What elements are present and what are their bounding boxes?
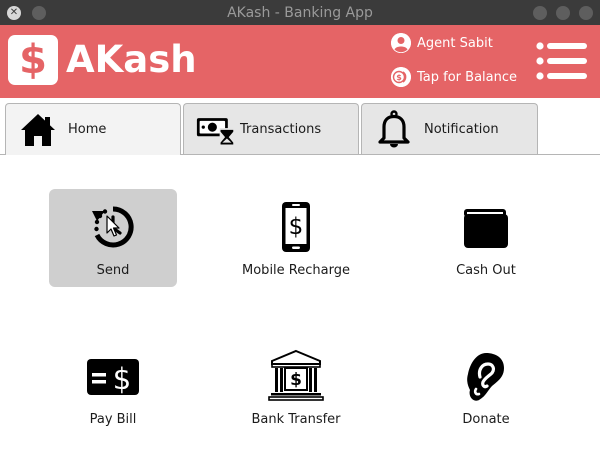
wallet-icon — [456, 199, 516, 255]
window-shade-button[interactable] — [579, 6, 593, 20]
app-header: $ AKash Agent Sabit $ Tap for Balance — [0, 25, 600, 98]
dollar-logo-icon: $ — [19, 37, 47, 83]
svg-text:$: $ — [113, 362, 131, 396]
svg-text:$: $ — [289, 214, 304, 240]
window-titlebar: ✕ AKash - Banking App — [0, 0, 600, 25]
mobile-recharge-button[interactable]: $ Mobile Recharge — [232, 189, 360, 287]
donate-icon — [456, 348, 516, 404]
tab-bar: Home Transactions Notification — [0, 98, 600, 155]
tab-home[interactable]: Home — [5, 103, 181, 155]
donate-label: Donate — [462, 412, 510, 427]
cash-out-button[interactable]: Cash Out — [422, 189, 550, 287]
brand-name: AKash — [66, 38, 197, 81]
balance-label: Tap for Balance — [417, 69, 517, 85]
tab-transactions[interactable]: Transactions — [183, 103, 359, 154]
pay-bill-label: Pay Bill — [89, 412, 137, 427]
user-icon — [391, 33, 411, 53]
svg-text:$: $ — [290, 370, 302, 390]
balance-button[interactable]: $ Tap for Balance — [391, 67, 517, 87]
bank-transfer-label: Bank Transfer — [251, 412, 341, 427]
send-button[interactable]: Send — [49, 189, 177, 287]
cash-out-label: Cash Out — [456, 263, 516, 278]
tab-transactions-label: Transactions — [240, 121, 322, 137]
bill-icon: $ — [83, 348, 143, 404]
app-logo: $ — [8, 35, 58, 85]
menu-icon — [536, 42, 587, 80]
home-icon — [18, 110, 58, 150]
agent-name: Agent Sabit — [417, 35, 493, 51]
window-title: AKash - Banking App — [227, 4, 373, 21]
coin-icon: $ — [391, 67, 411, 87]
bank-icon: $ — [266, 348, 326, 404]
window-menu-button[interactable] — [32, 6, 46, 20]
pay-bill-button[interactable]: $ Pay Bill — [49, 338, 177, 436]
donate-button[interactable]: Donate — [422, 338, 550, 436]
hamburger-menu-button[interactable] — [533, 39, 589, 83]
window-close-button[interactable]: ✕ — [7, 6, 21, 20]
agent-profile-link[interactable]: Agent Sabit — [391, 33, 493, 53]
tab-home-label: Home — [68, 122, 107, 137]
window-maximize-button[interactable] — [556, 6, 570, 20]
close-icon: ✕ — [9, 7, 19, 18]
bell-icon — [374, 109, 414, 149]
tab-notification-label: Notification — [424, 121, 499, 137]
mobile-dollar-icon: $ — [266, 199, 326, 255]
bank-transfer-button[interactable]: $ Bank Transfer — [232, 338, 360, 436]
home-panel: Send $ Mobile Recharge Cash Out $ Pay Bi… — [0, 155, 600, 471]
tab-notification[interactable]: Notification — [361, 103, 538, 154]
mobile-recharge-label: Mobile Recharge — [242, 263, 350, 278]
history-icon — [83, 199, 143, 255]
svg-text:$: $ — [396, 73, 402, 82]
send-label: Send — [96, 263, 130, 278]
window-minimize-button[interactable] — [533, 6, 547, 20]
money-hourglass-icon — [196, 109, 236, 149]
